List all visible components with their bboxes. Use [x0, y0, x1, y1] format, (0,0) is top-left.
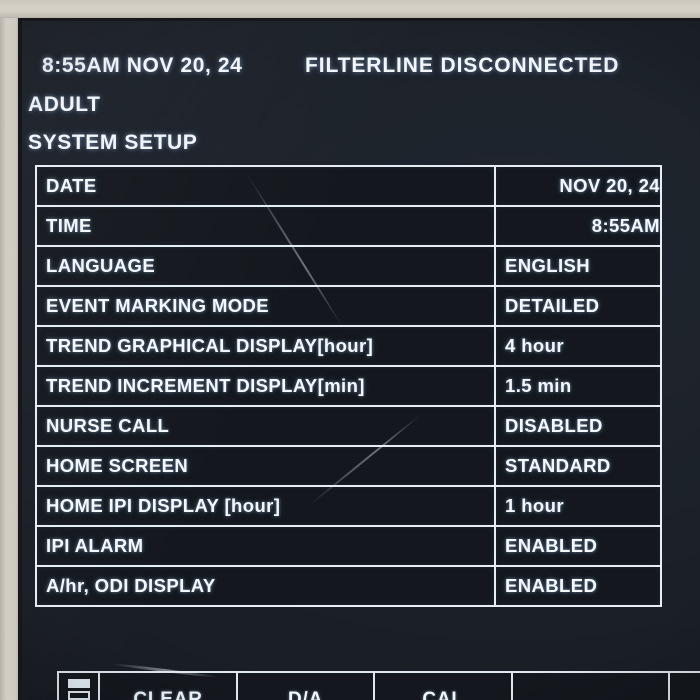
softkey-clear[interactable]: CLEAR [98, 671, 236, 700]
setting-label: LANGUAGE [35, 245, 496, 287]
table-row[interactable]: LANGUAGE ENGLISH [35, 245, 662, 287]
softkey-da[interactable]: D/A [235, 671, 374, 700]
setting-value[interactable]: ENGLISH [494, 245, 662, 287]
setting-label: HOME IPI DISPLAY [hour] [35, 485, 496, 527]
table-row[interactable]: A/hr, ODI DISPLAY ENABLED [35, 565, 662, 607]
patient-mode-label: ADULT [28, 93, 101, 116]
alarm-message: FILTERLINE DISCONNECTED [305, 54, 620, 77]
table-row[interactable]: HOME SCREEN STANDARD [35, 445, 662, 487]
table-row[interactable]: TREND GRAPHICAL DISPLAY[hour] 4 hour [35, 325, 662, 367]
setting-value[interactable]: 1 hour [494, 485, 662, 527]
setting-value[interactable]: DISABLED [494, 405, 662, 447]
setting-value[interactable]: NOV 20, 24 [494, 165, 662, 207]
setting-value[interactable]: STANDARD [494, 445, 662, 487]
softkey-blank-1[interactable] [510, 671, 668, 700]
setting-label: TREND GRAPHICAL DISPLAY[hour] [35, 325, 496, 367]
setting-value[interactable]: ENABLED [494, 525, 662, 567]
setting-label: EVENT MARKING MODE [35, 285, 496, 327]
setting-value[interactable]: 8:55AM [494, 205, 662, 247]
setting-value[interactable]: DETAILED [494, 285, 662, 327]
clock-datetime: 8:55AM NOV 20, 24 [42, 54, 243, 77]
setting-value[interactable]: 4 hour [494, 325, 662, 367]
system-setup-table: DATE NOV 20, 24 TIME 8:55AM LANGUAGE ENG… [35, 165, 662, 607]
page-title: SYSTEM SETUP [28, 131, 198, 154]
table-row[interactable]: TREND INCREMENT DISPLAY[min] 1.5 min [35, 365, 662, 407]
setting-value[interactable]: 1.5 min [494, 365, 662, 407]
setting-label: IPI ALARM [35, 525, 496, 567]
settings-table-body: DATE NOV 20, 24 TIME 8:55AM LANGUAGE ENG… [35, 165, 662, 607]
softkey-label: CAL [422, 689, 464, 700]
lcd-screen: 8:55AM NOV 20, 24 FILTERLINE DISCONNECTE… [22, 21, 700, 700]
table-row[interactable]: HOME IPI DISPLAY [hour] 1 hour [35, 485, 662, 527]
table-row[interactable]: NURSE CALL DISABLED [35, 405, 662, 447]
softkey-display-mode[interactable] [57, 671, 99, 700]
setting-label: TIME [35, 205, 496, 247]
table-row[interactable]: DATE NOV 20, 24 [35, 165, 662, 207]
softkey-label: CLEAR [133, 689, 203, 700]
setting-value[interactable]: ENABLED [494, 565, 662, 607]
setting-label: TREND INCREMENT DISPLAY[min] [35, 365, 496, 407]
device-brand-emboss [175, 0, 655, 10]
capnograph-monitor-device: 8:55AM NOV 20, 24 FILTERLINE DISCONNECTE… [0, 0, 700, 700]
table-row[interactable]: IPI ALARM ENABLED [35, 525, 662, 567]
table-row[interactable]: TIME 8:55AM [35, 205, 662, 247]
display-stack-icon [67, 679, 91, 700]
setting-label: NURSE CALL [35, 405, 496, 447]
table-row[interactable]: EVENT MARKING MODE DETAILED [35, 285, 662, 327]
softkey-blank-2[interactable] [667, 671, 700, 700]
setting-label: HOME SCREEN [35, 445, 496, 487]
softkey-cal[interactable]: CAL [373, 671, 511, 700]
setting-label: DATE [35, 165, 496, 207]
softkey-toolbar: CLEAR D/A CAL [57, 671, 700, 700]
softkey-label: D/A [287, 689, 324, 700]
setting-label: A/hr, ODI DISPLAY [35, 565, 496, 607]
